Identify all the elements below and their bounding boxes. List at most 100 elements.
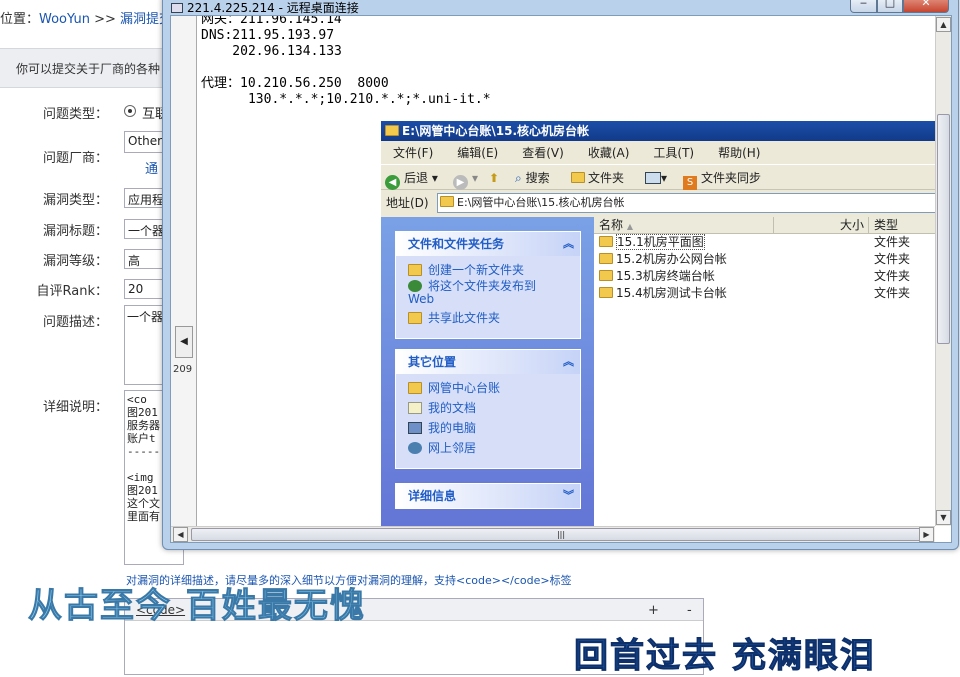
details-box: 详细信息 ︾ — [395, 483, 581, 509]
scroll-down-arrow-icon[interactable]: ▼ — [936, 510, 951, 525]
menu-bar: 文件(F) 编辑(E) 查看(V) 收藏(A) 工具(T) 帮助(H) — [381, 143, 951, 163]
menu-favorites[interactable]: 收藏(A) — [588, 146, 630, 160]
back-label: 后退 — [404, 171, 429, 185]
file-name: 15.1机房平面图 — [599, 234, 705, 251]
file-row[interactable]: 15.3机房终端台帐 文件夹 — [594, 268, 951, 285]
task-share-folder[interactable]: 共享此文件夹 — [396, 308, 580, 328]
self-rank-label: 自评Rank： — [36, 284, 108, 299]
publish-globe-icon — [408, 280, 422, 292]
vuln-title-label: 漏洞标题： — [42, 224, 108, 239]
menu-help[interactable]: 帮助(H) — [718, 146, 760, 160]
file-name: 15.2机房办公网台帐 — [599, 251, 727, 268]
task-publish-web[interactable]: 将这个文件夹发布到 Web — [396, 280, 580, 308]
column-name[interactable]: 名称 ▲ — [594, 217, 774, 234]
tasks-header[interactable]: 文件和文件夹任务 ︽ — [396, 232, 580, 256]
place-my-documents-label: 我的文档 — [428, 401, 477, 415]
parent-folder-icon — [408, 382, 422, 394]
rdp-title: 221.4.225.214 - 远程桌面连接 — [187, 1, 359, 15]
maximize-button[interactable]: □ — [877, 0, 903, 13]
explorer-title-bar: E:\网管中心台账\15.核心机房台帐 — [381, 121, 951, 141]
horizontal-scroll-thumb[interactable]: ||| — [191, 528, 931, 541]
menu-tools[interactable]: 工具(T) — [653, 146, 694, 160]
task-new-folder[interactable]: 创建一个新文件夹 — [396, 260, 580, 280]
file-row[interactable]: 15.1机房平面图 文件夹 — [594, 234, 951, 251]
address-label: 地址(D) — [386, 196, 429, 210]
folder-icon — [385, 125, 399, 136]
file-name-text: 15.3机房终端台帐 — [616, 269, 715, 283]
menu-edit[interactable]: 编辑(E) — [457, 146, 498, 160]
issue-type-radio[interactable] — [124, 105, 136, 117]
sync-label: 文件夹同步 — [701, 171, 762, 185]
folder-sync-button[interactable]: S 文件夹同步 — [683, 165, 761, 191]
close-button[interactable]: ✕ — [903, 0, 949, 13]
explorer-title: E:\网管中心台账\15.核心机房台帐 — [402, 124, 590, 138]
monitor-icon — [171, 3, 183, 13]
place-my-documents[interactable]: 我的文档 — [396, 398, 580, 418]
vertical-scroll-thumb[interactable] — [937, 114, 950, 344]
place-my-computer-label: 我的电脑 — [428, 421, 477, 435]
place-parent-folder[interactable]: 网管中心台账 — [396, 378, 580, 398]
folders-button[interactable]: 文件夹 — [571, 165, 624, 191]
address-value: E:\网管中心台账\15.核心机房台帐 — [457, 196, 625, 209]
vuln-type-label: 漏洞类型： — [42, 193, 108, 208]
scroll-left-arrow-icon[interactable]: ◀ — [173, 527, 188, 542]
details-label: 详细说明： — [42, 400, 108, 415]
address-input[interactable]: E:\网管中心台账\15.核心机房台帐 — [437, 193, 951, 213]
task-new-folder-label: 创建一个新文件夹 — [428, 263, 525, 277]
rdp-title-bar: 221.4.225.214 - 远程桌面连接 — [171, 0, 359, 16]
file-folder-tasks-box: 文件和文件夹任务 ︽ 创建一个新文件夹 将这个文件夹发布到 Web 共享此文件夹 — [395, 231, 581, 339]
menu-file[interactable]: 文件(F) — [393, 146, 433, 160]
remote-desktop-window: 221.4.225.214 - 远程桌面连接 ‒ □ ✕ ◀ 209 网关：21… — [162, 0, 959, 550]
column-header: 名称 ▲ 大小 类型 — [594, 217, 951, 234]
forward-button[interactable]: ▶ ▾ — [453, 165, 478, 191]
scroll-up-arrow-icon[interactable]: ▲ — [936, 17, 951, 32]
editor-resize-buttons[interactable]: + - — [648, 603, 704, 618]
vendor-label: 问题厂商： — [42, 151, 108, 166]
back-arrow-icon: ◀ — [385, 175, 400, 190]
places-header[interactable]: 其它位置 ︽ — [396, 350, 580, 374]
file-type: 文件夹 — [874, 235, 911, 249]
rdp-client-area: ◀ 209 网关：211.96.145.14 DNS:211.95.193.97… — [170, 15, 952, 543]
file-type: 文件夹 — [874, 269, 911, 283]
toolbar: ◀ 后退 ▾ ▶ ▾ ⬆ ⌕ 搜索 文件夹 ▾ S 文件夹同步 — [381, 164, 951, 190]
menu-view[interactable]: 查看(V) — [522, 146, 564, 160]
file-type: 文件夹 — [874, 286, 911, 300]
vendor-link[interactable]: 通 — [145, 158, 158, 177]
place-my-computer[interactable]: 我的电脑 — [396, 418, 580, 438]
details-header[interactable]: 详细信息 ︾ — [396, 484, 580, 508]
folder-icon — [599, 236, 613, 247]
left-scroll-arrow-icon[interactable]: ◀ — [175, 326, 193, 358]
network-icon — [408, 442, 422, 454]
my-computer-icon — [408, 422, 422, 434]
folder-icon — [599, 287, 613, 298]
caption-right: 回首过去 充满眼泪 — [574, 636, 876, 677]
new-folder-icon — [408, 264, 422, 276]
breadcrumb-site-link[interactable]: WooYun — [39, 12, 90, 27]
folder-icon — [599, 270, 613, 281]
my-documents-icon — [408, 402, 422, 414]
address-folder-icon — [440, 196, 454, 207]
column-name-label: 名称 — [599, 218, 624, 232]
search-icon: ⌕ — [515, 171, 522, 185]
back-button[interactable]: ◀ 后退 ▾ — [385, 165, 438, 191]
breadcrumb: 位置：WooYun >> 漏洞提交 — [0, 8, 172, 27]
column-size[interactable]: 大小 — [774, 217, 869, 234]
folders-label: 文件夹 — [588, 171, 625, 185]
search-button[interactable]: ⌕ 搜索 — [515, 165, 550, 191]
scroll-right-arrow-icon[interactable]: ▶ — [919, 527, 934, 542]
collapse-chevron-icon[interactable]: ︽ — [563, 232, 574, 256]
up-folder-icon[interactable]: ⬆ — [489, 165, 499, 191]
file-row[interactable]: 15.4机房测试卡台帐 文件夹 — [594, 285, 951, 302]
collapse-chevron-icon[interactable]: ︽ — [563, 350, 574, 374]
folders-icon — [571, 172, 585, 183]
address-bar: 地址(D) E:\网管中心台账\15.核心机房台帐 — [381, 191, 951, 215]
issue-type-label: 问题类型： — [42, 107, 108, 122]
place-network[interactable]: 网上邻居 — [396, 438, 580, 458]
expand-chevron-icon[interactable]: ︾ — [563, 484, 574, 508]
minimize-button[interactable]: ‒ — [850, 0, 877, 13]
sort-arrow-icon: ▲ — [626, 222, 633, 231]
file-name: 15.3机房终端台帐 — [599, 268, 715, 285]
tasks-header-label: 文件和文件夹任务 — [408, 237, 505, 251]
file-row[interactable]: 15.2机房办公网台帐 文件夹 — [594, 251, 951, 268]
views-button[interactable]: ▾ — [645, 165, 667, 191]
